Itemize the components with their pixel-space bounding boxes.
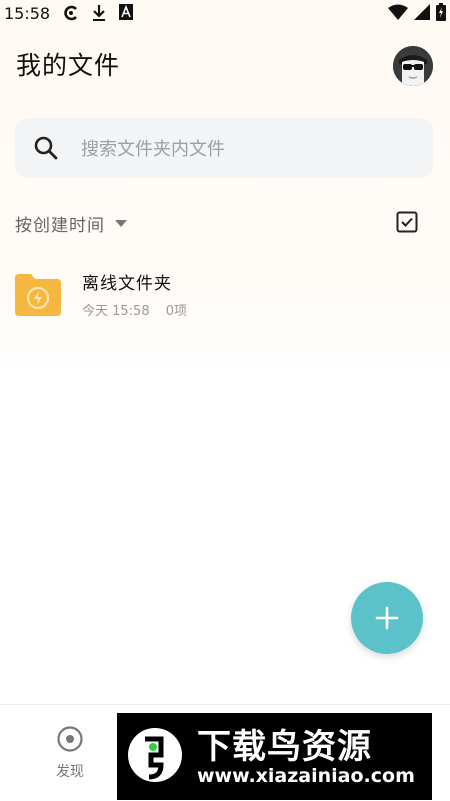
file-date: 今天 15:58 [82,304,150,319]
file-meta: 今天 15:58 0项 [82,300,199,319]
avatar[interactable] [393,46,433,86]
sort-dropdown[interactable]: 按创建时间 [15,211,127,236]
search-icon [33,135,59,165]
search-input[interactable] [79,118,413,180]
app-notification-icon [119,4,133,24]
sync-icon [62,4,80,26]
nav-discover-label: 发现 [56,764,84,780]
watermark-banner: 下载鸟资源 www.xiazainiao.com [117,713,432,800]
add-button[interactable] [351,582,423,654]
download-icon [92,4,106,26]
checkbox-select-icon[interactable] [396,211,418,233]
battery-icon [436,3,446,25]
status-time: 15:58 [4,4,51,23]
bird-logo-icon [128,728,182,782]
watermark-title: 下载鸟资源 [197,727,372,767]
offline-folder-icon [15,270,61,316]
signal-icon [414,4,430,24]
nav-discover[interactable]: 发现 [48,725,92,781]
watermark-url: www.xiazainiao.com [197,765,415,787]
list-item[interactable]: 离线文件夹 今天 15:58 0项 [15,264,435,324]
avatar-sunglasses-icon [393,46,433,86]
discover-icon [57,726,83,752]
file-count: 0项 [165,304,188,319]
sort-label: 按创建时间 [15,216,105,236]
plus-icon [375,606,399,630]
page-title: 我的文件 [16,51,121,80]
status-bar: 15:58 [0,0,450,28]
search-bar[interactable] [15,118,433,180]
wifi-icon [388,4,408,24]
chevron-down-icon [115,220,127,227]
file-name: 离线文件夹 [82,274,172,294]
